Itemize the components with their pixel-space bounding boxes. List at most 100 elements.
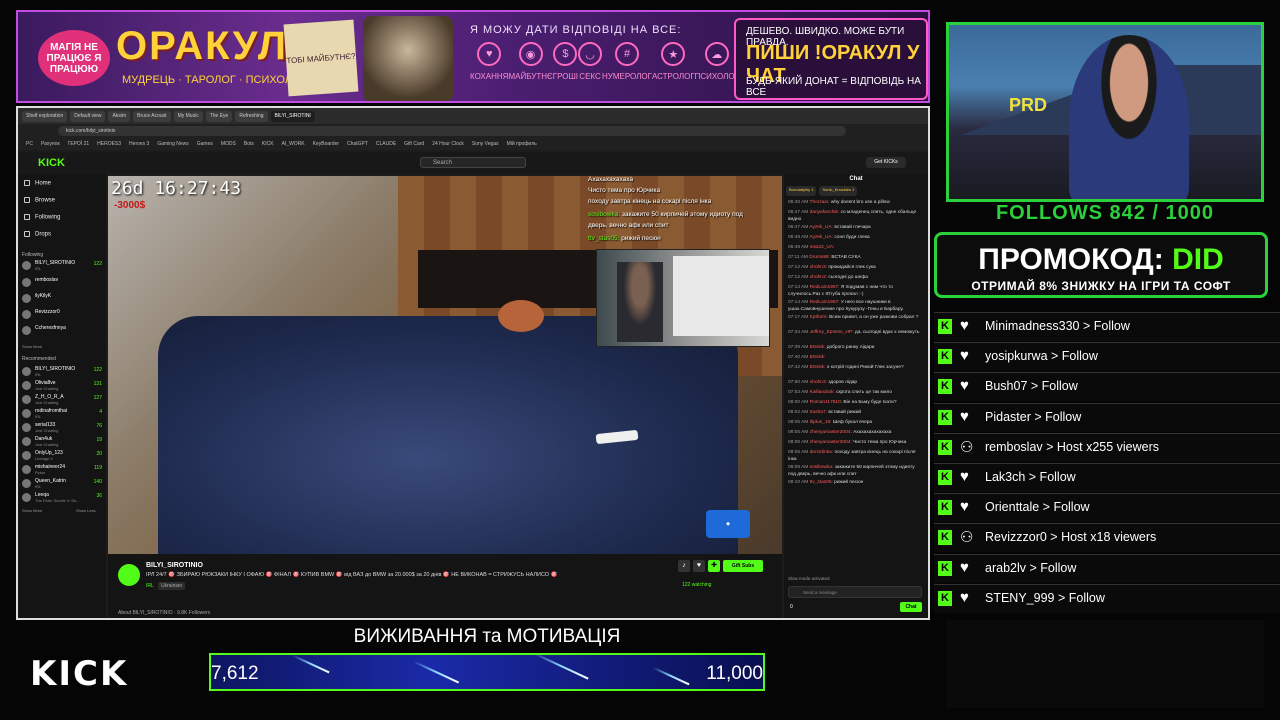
show-more-link[interactable]: Show More — [22, 508, 42, 513]
kick-logo[interactable]: KICK — [38, 157, 65, 169]
bookmark[interactable]: KeyBoarder — [313, 141, 339, 147]
search-input[interactable]: Search — [420, 157, 526, 168]
browser-tab[interactable]: Default view — [70, 110, 106, 122]
bookmark[interactable]: Рахунок — [41, 141, 60, 147]
heart-icon: ♥ — [960, 498, 969, 516]
channel-item[interactable]: Leeqa The Elder Scrolls V: Sk... 36 — [22, 492, 102, 504]
avatar — [22, 326, 31, 335]
browser-tab[interactable]: Bruce Acoust — [133, 110, 171, 122]
pinned-gifter[interactable]: Sonic_Knuckles 1 — [819, 186, 858, 196]
topic-item: ★ АСТРОЛОГ — [652, 42, 695, 81]
chat-message: 08:08 AM sosibowka: закажите 50 кирпичей… — [788, 465, 915, 477]
stream-category[interactable]: IRL — [146, 583, 154, 589]
bookmark[interactable]: KICK — [262, 141, 274, 147]
people-icon: ⚇ — [960, 529, 974, 547]
chat-send-button[interactable]: Chat — [900, 602, 922, 612]
channel-item[interactable]: serial133 Just Chatting 76 — [22, 422, 102, 434]
heart-icon: ♥ — [960, 347, 969, 365]
gift-icon — [24, 231, 30, 237]
bookmark[interactable]: CLAUDE — [376, 141, 396, 147]
channel-item[interactable]: Queen_Katrin IRL 140 — [22, 478, 102, 490]
browser-tab[interactable]: Refreshing — [235, 110, 268, 122]
bookmark[interactable]: ГЕРОЇ 21 — [68, 141, 90, 147]
avatar — [22, 278, 31, 287]
bookmark[interactable]: 24 Hour Clock — [432, 141, 464, 147]
event-row: K ♥ Orienttale > Follow — [934, 493, 1280, 523]
nav-home[interactable]: Home — [24, 180, 51, 187]
banner-subtitle: МУДРЕЦЬ · ТАРОЛОГ · ПСИХОЛОГ — [122, 74, 307, 86]
nav-browse[interactable]: Browse — [24, 197, 55, 204]
bookmark[interactable]: PC — [26, 141, 33, 147]
crystal-ball-icon: ◉ — [518, 42, 543, 66]
promo-code: ПРОМОКОД: DID — [978, 243, 1224, 276]
channel-item[interactable]: Olivia8ve Just Chatting 131 — [22, 380, 102, 392]
show-less-link[interactable]: Show Less — [76, 508, 96, 513]
chat-message: 08:05 AM zhenyamaster2004: Ахахахахахаха… — [788, 430, 892, 435]
video-player[interactable]: 26d 16:27:43 -3000$ Ахахахахахаха Чисто … — [108, 176, 782, 554]
streamer-name[interactable]: BILYI_SIROTINIO — [146, 562, 203, 569]
channel-item[interactable]: Ccheresfnnya — [22, 325, 102, 337]
heart-icon: ♥ — [960, 407, 969, 425]
avatar — [22, 479, 31, 488]
event-row: K ⚇ remboslav > Host x255 viewers — [934, 432, 1280, 462]
pip-camera — [596, 249, 770, 347]
oracle-banner: МАГІЯ НЕ ПРАЦЮЄ Я ПРАЦЮЮ ОРАКУЛ МУДРЕЦЬ … — [16, 10, 930, 103]
heart-icon[interactable]: ♥ — [693, 560, 705, 572]
people-icon: ⚇ — [960, 438, 974, 456]
chat-message: 07:14 AM RedLain1967: У него все наушник… — [788, 300, 904, 312]
bookmark[interactable]: Heroes 3 — [129, 141, 149, 147]
chat-message: 07:50 AM ohohn3: здоров лідар — [788, 380, 858, 385]
nav-drops[interactable]: Drops — [24, 231, 51, 238]
kick-badge-icon: K — [938, 409, 952, 425]
chat-input[interactable]: Send a message — [788, 586, 922, 598]
bell-icon[interactable]: ♪ — [678, 560, 690, 572]
avatar — [22, 395, 31, 404]
topic-item: ◉ МАЙБУТНЄ — [508, 42, 553, 81]
heart-icon: ♥ — [477, 42, 502, 66]
chat-message: 07:17 AM Kptforrs: Всем привет, а он уже… — [788, 315, 919, 320]
star-streak — [652, 666, 690, 686]
show-more-link[interactable]: Show More — [22, 344, 42, 349]
channel-item[interactable]: BILYI_SIROTINIO IRL 122 — [22, 260, 102, 272]
bookmark[interactable]: Bots — [244, 141, 254, 147]
language-tag[interactable]: Ukrainian — [158, 582, 186, 590]
bookmark[interactable]: Games — [197, 141, 213, 147]
channel-item[interactable]: Dan4uk Just Chatting 19 — [22, 436, 102, 448]
bookmark[interactable]: AI_WORK — [282, 141, 305, 147]
browser-window: Shelf exploration Default view Aksim Bru… — [16, 106, 930, 620]
browser-tab[interactable]: Shelf exploration — [22, 110, 68, 122]
nav-following[interactable]: Following — [24, 214, 60, 221]
bookmark[interactable]: Sony Vegas — [472, 141, 499, 147]
pinned-gifter[interactable]: Borodatyhly 1 — [786, 186, 817, 196]
channel-item[interactable]: Revizzzor0 — [22, 309, 102, 321]
channel-item[interactable]: OnlyUp_123 Lineage II 20 — [22, 450, 102, 462]
url-input[interactable]: kick.com/bilyi_sirotinio — [58, 126, 846, 136]
money-icon: $ — [553, 42, 578, 66]
channel-item[interactable]: Z_H_O_R_A Just Chatting 127 — [22, 394, 102, 406]
channel-item[interactable]: rodinafromthai IRL 4 — [22, 408, 102, 420]
chat-message: 08:00 AM Roman117510: Він на Бьму буде ї… — [788, 400, 897, 405]
browser-tab[interactable]: Aksim — [108, 110, 131, 122]
event-row: K ♥ Minimadness330 > Follow — [934, 312, 1280, 341]
bookmark[interactable]: MODS — [221, 141, 236, 147]
bookmark[interactable]: Мій профиль — [507, 141, 537, 147]
follow-icon[interactable]: ✚ — [708, 560, 720, 572]
gift-subs-button[interactable]: Gift Subs — [723, 560, 763, 572]
bookmark[interactable]: HEROES3 — [97, 141, 121, 147]
event-row: K ♥ Lak3ch > Follow — [934, 463, 1280, 492]
streamer-avatar[interactable] — [118, 564, 140, 586]
browser-tab[interactable]: The Eye — [205, 110, 233, 122]
browser-tab-active[interactable]: BILYI_SIROTINI — [270, 110, 315, 122]
bookmark[interactable]: Gift Card — [404, 141, 424, 147]
goal-max: 11,000 — [706, 663, 763, 684]
channel-item[interactable]: mishaineer24 Poker 119 — [22, 464, 102, 476]
browser-tab[interactable]: My Music — [173, 110, 203, 122]
bookmark[interactable]: Gaming News — [157, 141, 188, 147]
channel-item[interactable]: ilyKilyK — [22, 293, 102, 305]
channel-item[interactable]: BILYI_SIROTINIO IRL 122 — [22, 366, 102, 378]
slow-mode-notice: Slow mode activated — [788, 576, 830, 581]
banner-card: ТОБІ МАЙБУТНЄ? — [283, 19, 359, 97]
get-kicks-button[interactable]: Get KICKs — [866, 157, 906, 168]
channel-item[interactable]: remboslav — [22, 277, 102, 289]
bookmark[interactable]: ChatGPT — [347, 141, 368, 147]
